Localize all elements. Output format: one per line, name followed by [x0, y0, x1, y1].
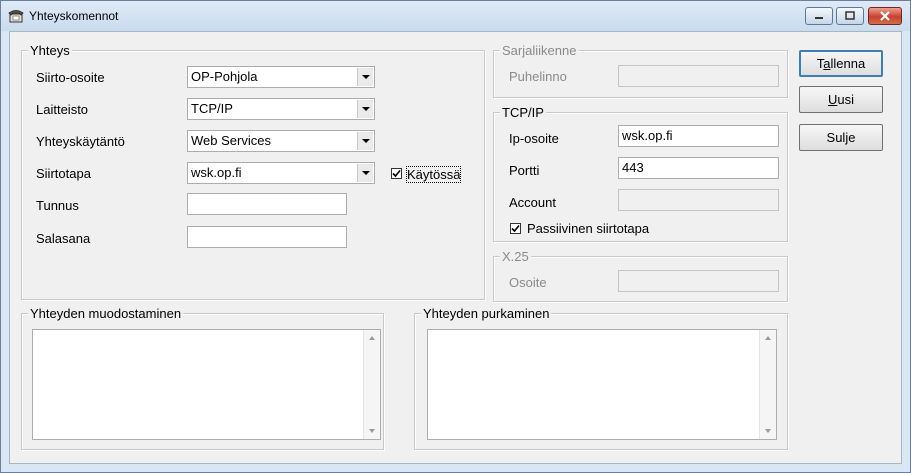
window-title: Yhteyskomennot: [29, 9, 119, 23]
checkmark-icon: [392, 169, 401, 178]
sarjaliikenne-group: Sarjaliikenne Puhelinno: [493, 43, 788, 98]
siirto-osoite-value: OP-Pohjola: [191, 69, 258, 84]
siirto-osoite-combo[interactable]: OP-Pohjola: [187, 66, 375, 88]
title-bar[interactable]: Yhteyskomennot: [1, 1, 910, 31]
yhteys-group: Yhteys Siirto-osoite OP-Pohjola Laitteis…: [21, 43, 485, 300]
tallenna-accelerator: a: [823, 56, 831, 71]
yhteyskaytanto-label: Yhteyskäytäntö: [36, 134, 125, 149]
siirtotapa-combo[interactable]: wsk.op.fi: [187, 162, 375, 184]
tcpip-group: TCP/IP Ip-osoite wsk.op.fi Portti 443 Ac…: [493, 105, 788, 242]
purkaminen-scrollbar[interactable]: [759, 330, 776, 439]
close-icon: [880, 11, 890, 21]
ip-osoite-input[interactable]: wsk.op.fi: [618, 125, 779, 147]
salasana-label: Salasana: [36, 231, 91, 246]
purkaminen-group: Yhteyden purkaminen: [414, 306, 788, 450]
portti-input[interactable]: 443: [618, 157, 779, 179]
purkaminen-legend: Yhteyden purkaminen: [421, 306, 552, 321]
muodostaminen-scrollbar[interactable]: [363, 330, 380, 439]
telephone-icon: [8, 8, 24, 24]
yhteyskaytanto-combo[interactable]: Web Services: [187, 130, 375, 152]
laitteisto-value: TCP/IP: [191, 101, 233, 116]
laitteisto-label: Laitteisto: [36, 102, 89, 117]
maximize-button[interactable]: [836, 7, 864, 25]
muodostaminen-group: Yhteyden muodostaminen: [21, 306, 384, 450]
minimize-icon: [815, 17, 823, 19]
scroll-down-icon[interactable]: [369, 429, 375, 433]
yhteys-legend: Yhteys: [28, 43, 72, 58]
passiivinen-label[interactable]: Passiivinen siirtotapa: [527, 221, 649, 236]
scroll-up-icon[interactable]: [765, 336, 771, 340]
uusi-accelerator: U: [827, 92, 838, 107]
uusi-label-end: usi: [837, 92, 854, 107]
dialog-client-area: Yhteys Siirto-osoite OP-Pohjola Laitteis…: [9, 31, 902, 464]
x25-osoite-input: [618, 270, 779, 292]
chevron-down-icon[interactable]: [357, 100, 373, 118]
account-label: Account: [509, 195, 556, 210]
kaytossa-label[interactable]: Käytössä: [405, 166, 462, 183]
maximize-icon: [845, 11, 855, 20]
x25-osoite-label: Osoite: [509, 275, 547, 290]
tallenna-button[interactable]: Tallenna: [799, 50, 883, 77]
tcpip-legend: TCP/IP: [500, 105, 546, 120]
close-button[interactable]: [868, 7, 902, 25]
muodostaminen-legend: Yhteyden muodostaminen: [28, 306, 184, 321]
dialog-window: Yhteyskomennot Yhteys Siirto-osoite OP-P…: [0, 0, 911, 473]
minimize-button[interactable]: [805, 7, 833, 25]
sarjaliikenne-legend: Sarjaliikenne: [500, 43, 579, 58]
ip-osoite-label: Ip-osoite: [509, 131, 559, 146]
account-input: [618, 189, 779, 211]
puhelinno-label: Puhelinno: [509, 69, 567, 84]
purkaminen-textarea[interactable]: [427, 329, 777, 440]
passiivinen-checkbox[interactable]: [510, 223, 521, 234]
kaytossa-checkbox[interactable]: [391, 168, 402, 179]
puhelinno-input: [618, 65, 779, 87]
chevron-down-icon[interactable]: [357, 164, 373, 182]
chevron-down-icon[interactable]: [357, 132, 373, 150]
tallenna-label-end: llenna: [830, 56, 866, 71]
x25-group: X.25 Osoite: [493, 249, 788, 302]
laitteisto-combo[interactable]: TCP/IP: [187, 98, 375, 120]
portti-label: Portti: [509, 163, 540, 178]
tunnus-label: Tunnus: [36, 198, 79, 213]
salasana-input[interactable]: [187, 226, 347, 248]
siirto-osoite-label: Siirto-osoite: [36, 70, 105, 85]
scroll-down-icon[interactable]: [765, 429, 771, 433]
x25-legend: X.25: [500, 249, 531, 264]
siirtotapa-label: Siirtotapa: [36, 166, 91, 181]
scroll-up-icon[interactable]: [369, 336, 375, 340]
chevron-down-icon[interactable]: [357, 68, 373, 86]
checkmark-icon: [511, 224, 520, 233]
yhteyskaytanto-value: Web Services: [191, 133, 271, 148]
uusi-button[interactable]: Uusi: [799, 86, 883, 113]
muodostaminen-textarea[interactable]: [32, 329, 381, 440]
siirtotapa-value: wsk.op.fi: [191, 165, 242, 180]
sulje-button[interactable]: Sulje: [799, 124, 883, 151]
tunnus-input[interactable]: [187, 193, 347, 215]
